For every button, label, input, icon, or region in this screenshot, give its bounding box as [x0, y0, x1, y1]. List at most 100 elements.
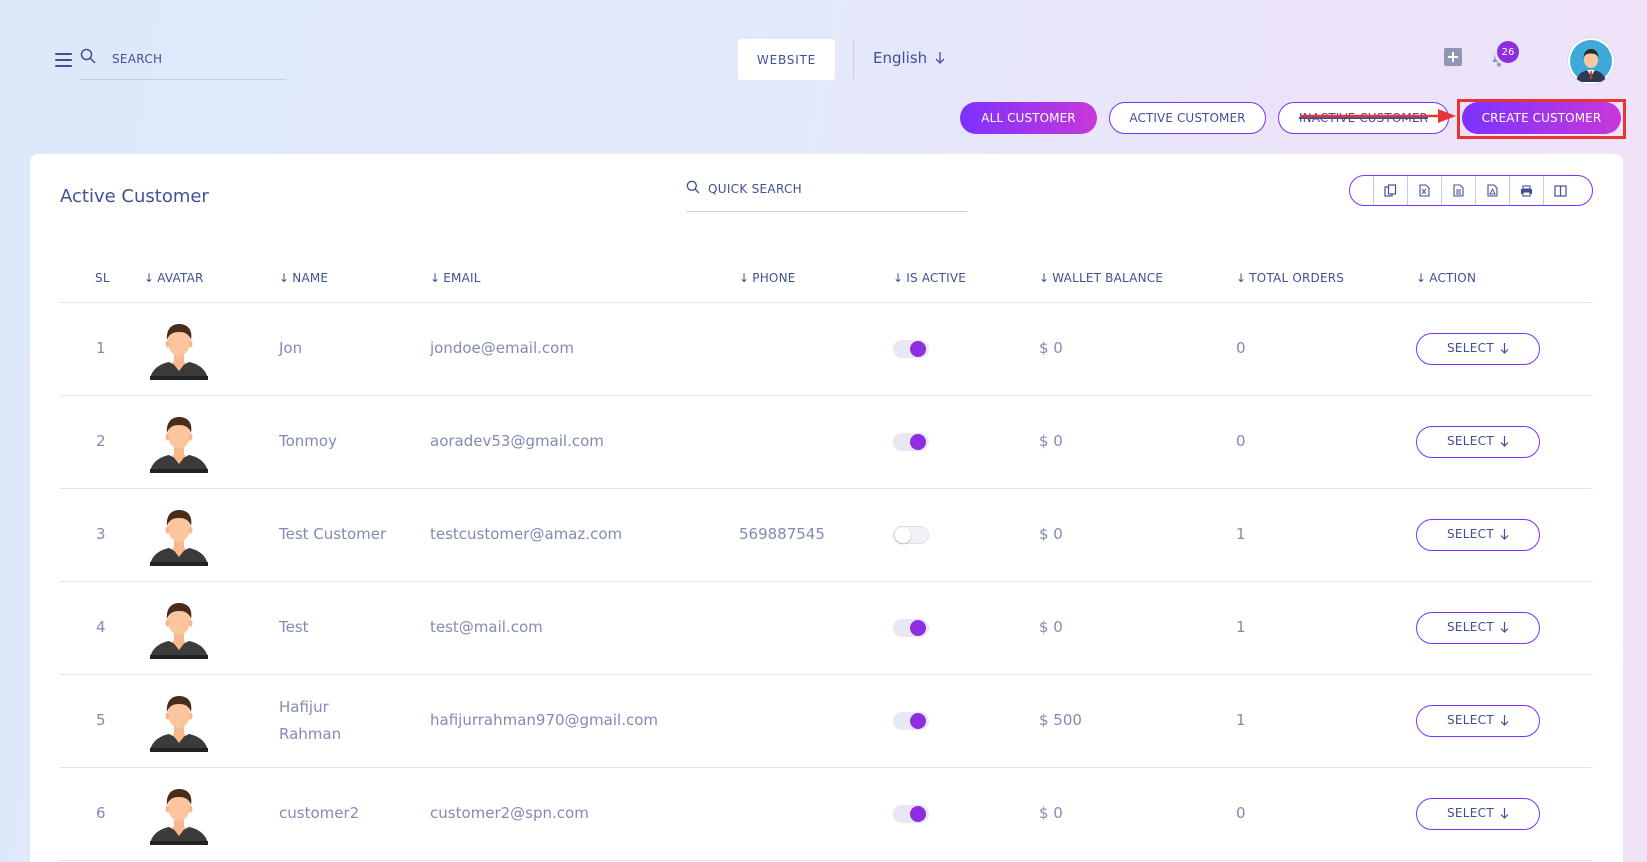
cell-avatar: [144, 767, 279, 861]
all-customer-button[interactable]: ALL CUSTOMER: [960, 102, 1097, 134]
header-action[interactable]: ↓ ACTION: [1416, 254, 1593, 303]
active-toggle[interactable]: [893, 804, 929, 823]
header-total-orders[interactable]: ↓ TOTAL ORDERS: [1236, 254, 1416, 303]
select-dropdown-button[interactable]: SELECT: [1416, 332, 1540, 365]
header-name[interactable]: ↓ NAME: [279, 254, 430, 303]
cell-sl: 4: [60, 581, 144, 675]
active-toggle[interactable]: [893, 711, 929, 730]
select-dropdown-button[interactable]: SELECT: [1416, 704, 1540, 737]
cell-avatar: [144, 488, 279, 582]
cell-email: jondoe@email.com: [430, 302, 739, 396]
table-row: 2 Tonmoy aoradev53@gmail.com $ 0 0 SELEC…: [60, 395, 1593, 489]
cell-total-orders: 1: [1236, 488, 1416, 582]
toggle-knob: [910, 712, 926, 729]
cell-phone: [739, 302, 893, 396]
website-button[interactable]: WEBSITE: [738, 39, 835, 80]
customer-avatar: [150, 695, 208, 752]
header-sl[interactable]: SL: [60, 254, 144, 303]
arrow-down-icon: [1500, 529, 1509, 540]
excel-icon[interactable]: [1407, 176, 1441, 205]
cell-name: Test: [279, 581, 430, 675]
active-toggle[interactable]: [893, 618, 929, 637]
cell-action: SELECT: [1416, 767, 1593, 861]
export-buttons: [1349, 175, 1593, 206]
search-icon: [686, 180, 700, 194]
active-toggle[interactable]: [893, 339, 929, 358]
customer-avatar: [150, 323, 208, 380]
cell-action: SELECT: [1416, 581, 1593, 675]
arrow-down-icon: [935, 52, 945, 64]
customer-avatar: [150, 602, 208, 659]
toggle-knob: [895, 526, 911, 543]
customer-card: Active Customer QUICK SEARCH SL ↓AVATAR: [30, 154, 1623, 862]
select-dropdown-button[interactable]: SELECT: [1416, 797, 1540, 830]
cell-action: SELECT: [1416, 395, 1593, 489]
quick-search-placeholder: QUICK SEARCH: [708, 182, 802, 196]
quick-search-input[interactable]: QUICK SEARCH: [686, 174, 967, 212]
language-select[interactable]: English: [873, 49, 945, 67]
language-label: English: [873, 49, 928, 67]
copy-icon[interactable]: [1373, 176, 1407, 205]
select-label: SELECT: [1447, 527, 1494, 541]
select-dropdown-button[interactable]: SELECT: [1416, 611, 1540, 644]
header-avatar[interactable]: ↓ AVATAR: [144, 254, 279, 303]
cell-phone: 569887545: [739, 488, 893, 582]
active-customer-button[interactable]: ACTIVE CUSTOMER: [1109, 102, 1266, 134]
cell-avatar: [144, 395, 279, 489]
hamburger-icon[interactable]: [55, 53, 72, 67]
cell-sl: 3: [60, 488, 144, 582]
card-title: Active Customer: [60, 186, 209, 207]
cell-total-orders: 1: [1236, 674, 1416, 768]
cell-email: hafijurrahman970@gmail.com: [430, 674, 739, 768]
toggle-knob: [910, 340, 926, 357]
customer-table: SL ↓ AVATAR ↓ NAME ↓ EMAIL ↓ PHONE ↓ IS ACTIV…: [60, 254, 1593, 861]
cell-name: Hafijur Rahman: [279, 674, 430, 768]
cell-total-orders: 0: [1236, 395, 1416, 489]
annotation-arrow: [1300, 109, 1456, 123]
header-phone[interactable]: ↓ PHONE: [739, 254, 893, 303]
active-toggle[interactable]: [893, 432, 929, 451]
table-row: 6 customer2 customer2@spn.com $ 0 0 SELE…: [60, 767, 1593, 861]
arrow-down-icon: [1500, 715, 1509, 726]
cell-avatar: [144, 674, 279, 768]
cell-avatar: [144, 302, 279, 396]
columns-icon[interactable]: [1543, 176, 1577, 205]
select-dropdown-button[interactable]: SELECT: [1416, 518, 1540, 551]
cell-avatar: [144, 581, 279, 675]
cell-wallet-balance: $ 0: [1039, 302, 1236, 396]
cell-action: SELECT: [1416, 302, 1593, 396]
cell-phone: [739, 767, 893, 861]
cell-name: Test Customer: [279, 488, 430, 582]
header-is-active[interactable]: ↓ IS ACTIVE: [893, 254, 1039, 303]
pdf-icon[interactable]: [1475, 176, 1509, 205]
toggle-knob: [910, 619, 926, 636]
plus-square-icon[interactable]: [1444, 48, 1462, 66]
divider: [853, 40, 854, 78]
cell-sl: 2: [60, 395, 144, 489]
cell-wallet-balance: $ 0: [1039, 488, 1236, 582]
cell-email: customer2@spn.com: [430, 767, 739, 861]
cell-total-orders: 0: [1236, 767, 1416, 861]
header-wallet-balance[interactable]: ↓ WALLET BALANCE: [1039, 254, 1236, 303]
user-avatar[interactable]: [1568, 38, 1614, 84]
print-icon[interactable]: [1509, 176, 1543, 205]
cell-phone: [739, 581, 893, 675]
cell-wallet-balance: $ 0: [1039, 767, 1236, 861]
cell-wallet-balance: $ 0: [1039, 581, 1236, 675]
table-header-row: SL ↓ AVATAR ↓ NAME ↓ EMAIL ↓ PHONE ↓ IS ACTIV…: [60, 254, 1593, 303]
cell-is-active: [893, 767, 1039, 861]
select-label: SELECT: [1447, 806, 1494, 820]
toggle-knob: [910, 805, 926, 822]
select-dropdown-button[interactable]: SELECT: [1416, 425, 1540, 458]
active-toggle[interactable]: [893, 525, 929, 544]
cell-total-orders: 1: [1236, 581, 1416, 675]
csv-icon[interactable]: [1441, 176, 1475, 205]
customer-avatar: [150, 509, 208, 566]
cell-email: aoradev53@gmail.com: [430, 395, 739, 489]
cell-phone: [739, 674, 893, 768]
table-row: 5 Hafijur Rahman hafijurrahman970@gmail.…: [60, 674, 1593, 768]
header-email[interactable]: ↓ EMAIL: [430, 254, 739, 303]
arrow-down-icon: [1500, 436, 1509, 447]
table-row: 4 Test test@mail.com $ 0 1 SELECT: [60, 581, 1593, 675]
search-input[interactable]: SEARCH: [80, 44, 286, 80]
